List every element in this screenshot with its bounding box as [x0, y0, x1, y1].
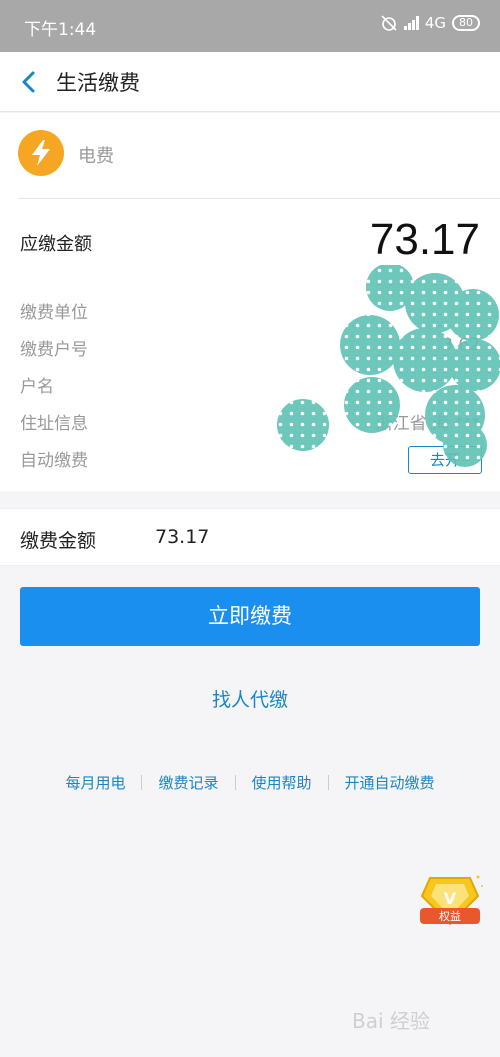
signal-icon — [403, 16, 419, 30]
link-separator — [141, 775, 143, 790]
info-value: 浙江省 海 *** — [375, 414, 480, 434]
status-indicators: 4G 80 — [380, 14, 480, 32]
badge-text: 权益 — [439, 909, 461, 923]
info-row-address: 住址信息 浙江省 海 *** — [20, 409, 480, 434]
link-payment-records[interactable]: 缴费记录 — [158, 772, 218, 793]
payment-amount-label: 缴费金额 — [20, 530, 97, 552]
watermark: Bai 经验 — [352, 1009, 430, 1033]
badge-letter: V — [444, 889, 457, 908]
back-arrow-icon[interactable] — [16, 68, 44, 96]
link-enable-autopay[interactable]: 开通自动缴费 — [345, 772, 435, 793]
alarm-off-icon — [381, 15, 397, 31]
biller-icon — [18, 130, 64, 176]
network-type: 4G — [424, 14, 446, 32]
bill-card: 电费 应缴金额 73.17 缴费单位 缴费户号 3 62 户名 住址信息 浙江省… — [0, 113, 500, 491]
info-label: 住址信息 — [20, 414, 88, 434]
status-bar: 下午1:44 4G 80 — [0, 0, 500, 52]
link-separator — [234, 775, 236, 790]
biller-name: 电费 — [78, 146, 114, 167]
info-label: 户名 — [20, 377, 54, 397]
due-amount: 73.17 — [369, 215, 480, 264]
nav-bar: 生活缴费 — [0, 52, 500, 112]
autopay-open-button[interactable]: 去开 — [408, 446, 482, 474]
benefits-badge[interactable]: V 权益 — [414, 872, 486, 932]
proxy-pay-link[interactable]: 找人代缴 — [0, 685, 500, 712]
due-amount-label: 应缴金额 — [20, 234, 92, 255]
footer-links: 每月用电 缴费记录 使用帮助 开通自动缴费 — [0, 772, 500, 793]
page-title: 生活缴费 — [56, 71, 140, 95]
info-label: 自动缴费 — [20, 451, 88, 471]
info-row-holder: 户名 — [20, 372, 480, 397]
status-time: 下午1:44 — [24, 20, 97, 40]
info-row-unit: 缴费单位 — [20, 298, 480, 323]
battery-icon: 80 — [452, 15, 480, 31]
crown-badge-icon: V 权益 — [420, 875, 483, 926]
payment-amount-row: 缴费金额 73.17 — [0, 508, 500, 566]
divider — [18, 198, 500, 199]
info-row-account: 缴费户号 3 62 — [20, 335, 480, 360]
pay-now-button[interactable]: 立即缴费 — [20, 587, 480, 646]
link-help[interactable]: 使用帮助 — [252, 772, 312, 793]
info-label: 缴费单位 — [20, 303, 88, 323]
lightning-icon — [32, 140, 50, 166]
link-separator — [327, 775, 329, 790]
link-monthly-usage[interactable]: 每月用电 — [65, 772, 125, 793]
payment-amount-input[interactable]: 73.17 — [155, 526, 209, 548]
info-label: 缴费户号 — [20, 340, 88, 360]
info-value: 3 62 — [442, 335, 480, 355]
